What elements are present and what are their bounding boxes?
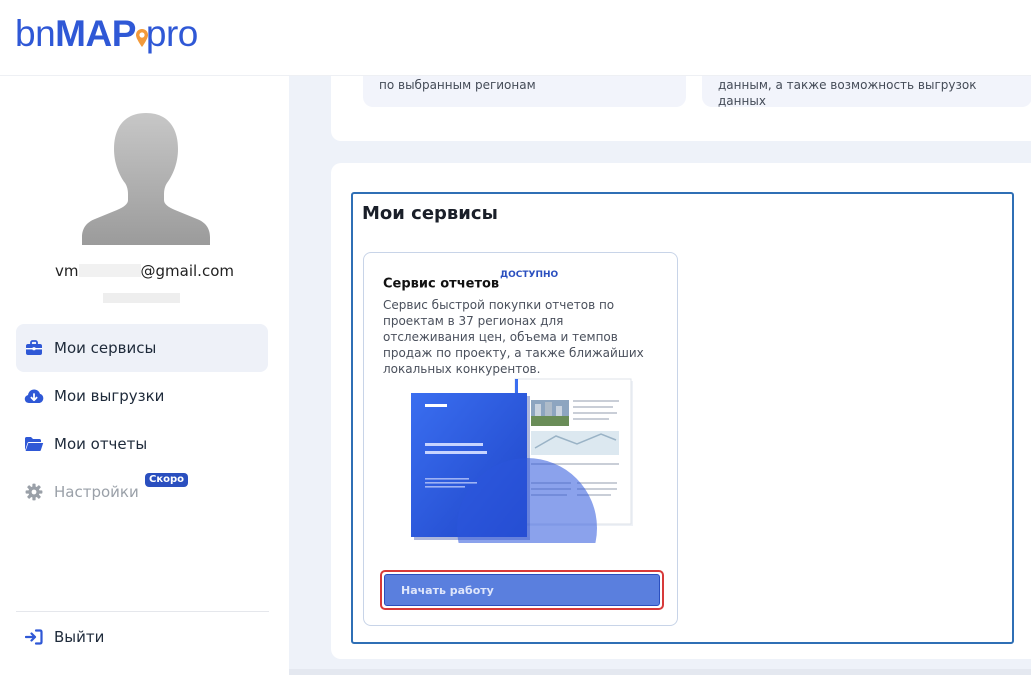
sidebar-item-settings[interactable]: Настройки Скоро [16,468,268,516]
sidebar-item-my-reports[interactable]: Мои отчеты [16,420,268,468]
start-work-button-label: Начать работу [401,583,494,597]
service-description: Сервис быстрой покупки отчетов по проект… [383,298,644,376]
logo[interactable]: bnMAP pro [15,12,198,56]
logout-label: Выйти [54,628,105,646]
sidebar-item-my-services[interactable]: Мои сервисы [16,324,268,372]
sidebar-item-label: Мои отчеты [54,435,148,453]
sidebar-nav: Мои сервисы Мои выгрузки Мои отчеты Наст… [16,324,268,516]
avatar [81,111,211,245]
sidebar-item-my-exports[interactable]: Мои выгрузки [16,372,268,420]
info-card-text: данным, а также возможность выгрузок дан… [718,78,977,108]
logo-text-bn: bn [15,13,56,54]
cloud-download-icon [24,386,44,406]
email-redaction [78,264,141,277]
logo-text-map: MAP [55,13,136,54]
service-title-text: Сервис отчетов [383,276,500,292]
folder-open-icon [24,434,44,454]
logout-button[interactable]: Выйти [24,626,104,648]
coming-soon-badge: Скоро [145,473,189,487]
service-title: Сервис отчетовДОСТУПНО [383,270,558,292]
user-email: vm @gmail.com [0,262,289,280]
info-card: по выбранным регионам [363,76,686,107]
start-work-button-highlight: Начать работу [380,570,664,610]
info-panel: по выбранным регионам данным, а также во… [331,76,1031,141]
start-work-button[interactable]: Начать работу [384,574,660,606]
sign-in-icon [24,627,44,647]
sidebar-divider [16,611,269,612]
sidebar-item-label: Мои выгрузки [54,387,165,405]
sidebar-item-label: Мои сервисы [54,339,157,357]
logo-text-pro: pro [145,13,198,54]
scrollbar-track[interactable] [289,669,1031,675]
email-prefix: vm [55,262,79,280]
header: bnMAP pro [0,0,1031,76]
location-pin-icon [135,14,149,47]
status-label: ДОСТУПНО [500,270,559,280]
report-preview-image [411,378,633,598]
email-suffix: @gmail.com [140,262,234,280]
user-subinfo-redaction [103,293,180,303]
sidebar: vm @gmail.com Мои сервисы Мои выгрузки Мо… [0,76,289,675]
info-card: данным, а также возможность выгрузок дан… [702,76,1031,108]
section-title: Мои сервисы [362,203,498,224]
service-card: Сервис отчетовДОСТУПНО Сервис быстрой по… [363,252,678,626]
info-card-text: по выбранным регионам [379,78,536,92]
sidebar-item-label: Настройки [54,483,139,501]
briefcase-icon [24,338,44,358]
gear-icon [24,482,44,502]
